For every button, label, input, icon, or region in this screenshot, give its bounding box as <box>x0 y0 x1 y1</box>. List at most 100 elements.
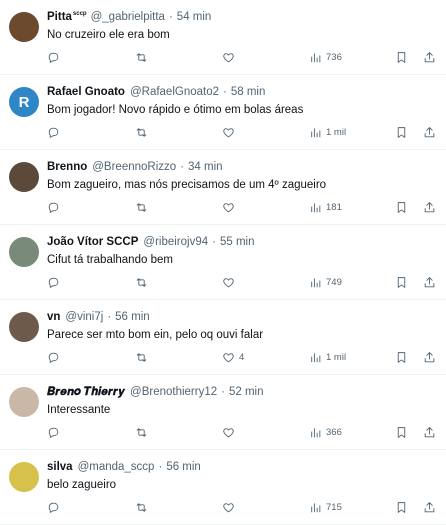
tweet[interactable]: Pitta sccp @_gabrielpitta · 54 min No cr… <box>0 0 446 75</box>
reply-button[interactable] <box>47 499 60 515</box>
tweet[interactable]: Brenno @BreennoRizzo · 34 min Bom zaguei… <box>0 150 446 225</box>
like-icon <box>223 202 234 212</box>
reply-button[interactable] <box>47 274 60 290</box>
author-name[interactable]: João Vítor SCCP <box>47 234 138 250</box>
retweet-button[interactable] <box>135 124 148 140</box>
bookmark-button[interactable] <box>395 499 408 515</box>
reply-button[interactable] <box>47 424 60 440</box>
author-name[interactable]: Brenno <box>47 159 87 175</box>
share-icon <box>424 501 435 512</box>
views-button[interactable]: 1 mil <box>309 349 346 365</box>
reply-button[interactable] <box>47 349 60 365</box>
views-button[interactable]: 181 <box>309 199 342 215</box>
tweet-header: Rafael Gnoato @RafaelGnoato2 · 58 min <box>47 84 436 100</box>
like-button[interactable] <box>222 199 239 215</box>
tweet-header: João Vítor SCCP @ribeirojv94 · 55 min <box>47 234 436 250</box>
avatar[interactable] <box>9 162 39 192</box>
avatar[interactable] <box>9 312 39 342</box>
tweet-time[interactable]: 58 min <box>231 84 266 100</box>
views-button[interactable]: 715 <box>309 499 342 515</box>
views-button[interactable]: 749 <box>309 274 342 290</box>
like-button[interactable] <box>222 124 239 140</box>
avatar[interactable] <box>9 237 39 267</box>
views-count: 366 <box>326 426 342 438</box>
author-name[interactable]: vn <box>47 309 60 325</box>
share-button[interactable] <box>423 424 436 440</box>
reply-button[interactable] <box>47 49 60 65</box>
tweet-time[interactable]: 56 min <box>115 309 150 325</box>
tweet[interactable]: João Vítor SCCP @ribeirojv94 · 55 min Ci… <box>0 225 446 300</box>
tweet-text: Bom zagueiro, mas nós precisamos de um 4… <box>47 179 327 191</box>
tweet-text: Parece ser mto bom ein, pelo oq ouvi fal… <box>47 329 264 341</box>
bookmark-button[interactable] <box>395 49 408 65</box>
retweet-icon <box>136 127 147 137</box>
tweet-text: belo zagueiro <box>47 479 117 491</box>
views-button[interactable]: 736 <box>309 49 342 65</box>
avatar[interactable] <box>9 387 39 417</box>
bookmark-button[interactable] <box>395 199 408 215</box>
views-icon <box>311 277 321 287</box>
author-handle[interactable]: @_gabrielpitta <box>91 9 165 25</box>
views-count: 736 <box>326 51 342 63</box>
avatar[interactable] <box>9 12 39 42</box>
retweet-button[interactable] <box>135 349 148 365</box>
bookmark-icon <box>397 276 406 288</box>
author-handle[interactable]: @Brenothierry12 <box>130 384 217 400</box>
author-name[interactable]: Rafael Gnoato <box>47 84 125 100</box>
share-button[interactable] <box>423 124 436 140</box>
tweet-time[interactable]: 55 min <box>220 234 255 250</box>
bookmark-button[interactable] <box>395 274 408 290</box>
reply-button[interactable] <box>47 124 60 140</box>
bookmark-button[interactable] <box>395 349 408 365</box>
author-handle[interactable]: @manda_sccp <box>78 459 155 475</box>
share-button[interactable] <box>423 274 436 290</box>
author-name[interactable]: silva <box>47 459 73 475</box>
retweet-icon <box>136 52 147 62</box>
tweet[interactable]: R Rafael Gnoato @RafaelGnoato2 · 58 min … <box>0 75 446 150</box>
tweet-actions: 715 <box>47 499 436 515</box>
tweet-actions: 4 1 mil <box>47 349 436 365</box>
dot-separator: · <box>223 86 227 98</box>
bookmark-button[interactable] <box>395 124 408 140</box>
like-button[interactable] <box>222 499 239 515</box>
retweet-button[interactable] <box>135 274 148 290</box>
like-button[interactable] <box>222 424 239 440</box>
retweet-button[interactable] <box>135 499 148 515</box>
tweet[interactable]: 𝑩𝒓𝒆𝒏𝒐 𝑻𝒉𝒊𝒆𝒓𝒓𝒚 @Brenothierry12 · 52 min I… <box>0 375 446 450</box>
views-count: 1 mil <box>326 126 347 138</box>
tweet[interactable]: vn @vini7j · 56 min Parece ser mto bom e… <box>0 300 446 375</box>
author-handle[interactable]: @vini7j <box>65 309 103 325</box>
share-button[interactable] <box>423 349 436 365</box>
tweet-actions: 366 <box>47 424 436 440</box>
author-name[interactable]: 𝑩𝒓𝒆𝒏𝒐 𝑻𝒉𝒊𝒆𝒓𝒓𝒚 <box>47 384 125 400</box>
views-button[interactable]: 366 <box>309 424 342 440</box>
author-handle[interactable]: @RafaelGnoato2 <box>130 84 219 100</box>
reply-button[interactable] <box>47 199 60 215</box>
tweet-body: João Vítor SCCP @ribeirojv94 · 55 min Ci… <box>47 234 436 268</box>
author-handle[interactable]: @BreennoRizzo <box>92 159 176 175</box>
tweet-time[interactable]: 52 min <box>229 384 264 400</box>
avatar[interactable] <box>9 462 39 492</box>
tweet[interactable]: silva @manda_sccp · 56 min belo zagueiro… <box>0 450 446 525</box>
share-icon <box>424 351 435 362</box>
avatar[interactable]: R <box>9 87 39 117</box>
share-button[interactable] <box>423 199 436 215</box>
bookmark-button[interactable] <box>395 424 408 440</box>
like-button[interactable] <box>222 49 239 65</box>
share-button[interactable] <box>423 49 436 65</box>
author-name[interactable]: Pitta <box>47 9 72 25</box>
like-button[interactable]: 4 <box>222 349 244 365</box>
author-handle[interactable]: @ribeirojv94 <box>143 234 208 250</box>
views-icon <box>311 52 321 62</box>
reply-icon <box>48 127 59 138</box>
retweet-button[interactable] <box>135 199 148 215</box>
like-button[interactable] <box>222 274 239 290</box>
tweet-time[interactable]: 34 min <box>188 159 223 175</box>
tweet-time[interactable]: 56 min <box>166 459 201 475</box>
tweet-time[interactable]: 54 min <box>177 9 212 25</box>
retweet-button[interactable] <box>135 49 148 65</box>
share-button[interactable] <box>423 499 436 515</box>
views-button[interactable]: 1 mil <box>309 124 346 140</box>
tweet-text: Interessante <box>47 404 111 416</box>
retweet-button[interactable] <box>135 424 148 440</box>
